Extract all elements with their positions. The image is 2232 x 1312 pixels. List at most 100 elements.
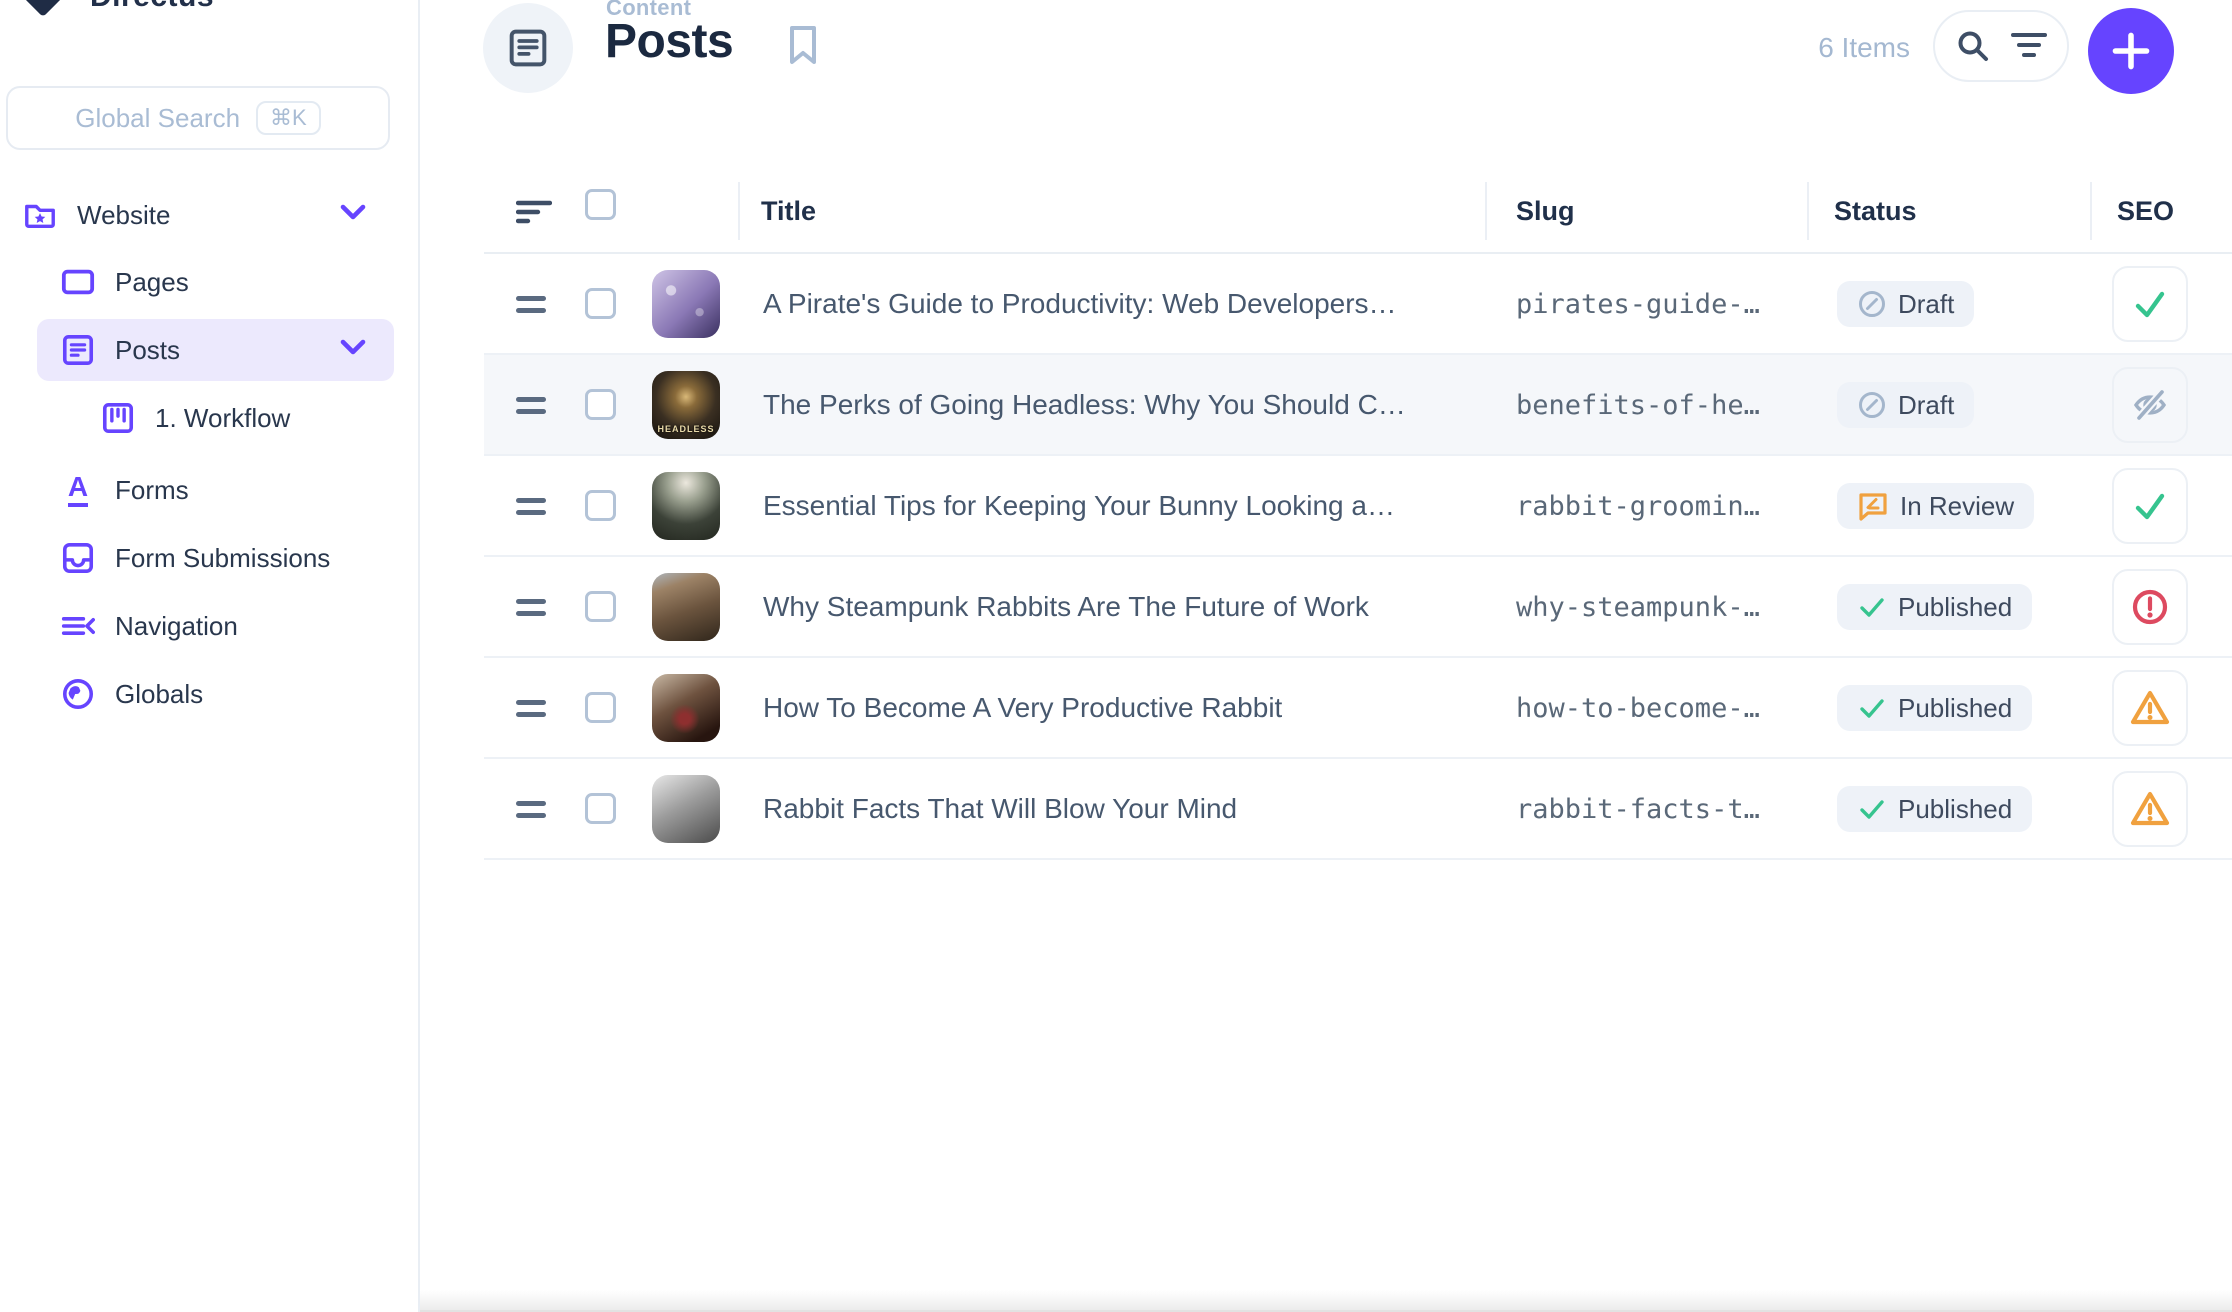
status-badge: Draft <box>1837 281 1974 327</box>
drag-handle-icon[interactable] <box>516 801 546 825</box>
table-row[interactable]: A Pirate's Guide to Productivity: Web De… <box>484 254 2232 355</box>
column-header-seo[interactable]: SEO <box>2117 196 2174 227</box>
column-divider <box>2090 182 2092 240</box>
table-row[interactable]: Essential Tips for Keeping Your Bunny Lo… <box>484 456 2232 557</box>
row-checkbox[interactable] <box>585 591 616 622</box>
post-slug: rabbit-groomin… <box>1516 491 1760 522</box>
sidebar-item-forms[interactable]: A Forms <box>0 466 420 514</box>
row-checkbox[interactable] <box>585 490 616 521</box>
filter-icon[interactable] <box>2011 31 2047 61</box>
globe-icon <box>61 677 95 711</box>
post-title[interactable]: Why Steampunk Rabbits Are The Future of … <box>763 591 1369 623</box>
window-icon <box>61 265 95 299</box>
directus-logo-icon <box>19 0 67 17</box>
draft-icon <box>1857 390 1887 420</box>
table-row[interactable]: Why Steampunk Rabbits Are The Future of … <box>484 557 2232 658</box>
drag-handle-icon[interactable] <box>516 296 546 320</box>
post-title[interactable]: Essential Tips for Keeping Your Bunny Lo… <box>763 490 1395 522</box>
search-icon[interactable] <box>1955 28 1991 64</box>
row-thumbnail <box>652 472 720 540</box>
article-icon <box>507 27 549 69</box>
drag-handle-icon[interactable] <box>516 397 546 421</box>
sidebar-item-pages[interactable]: Pages <box>0 258 420 306</box>
row-checkbox[interactable] <box>585 793 616 824</box>
directus-app: Directus Global Search ⌘K Website Pages <box>0 0 2232 1312</box>
sidebar-item-label: Globals <box>115 679 203 710</box>
row-checkbox[interactable] <box>585 389 616 420</box>
chevron-down-icon[interactable] <box>338 203 368 228</box>
check-icon <box>1857 693 1887 723</box>
thumbnail-caption: HEADLESS <box>657 424 714 434</box>
seo-indicator <box>2112 266 2188 342</box>
items-count: 6 Items <box>1740 32 1910 64</box>
status-label: Draft <box>1898 390 1954 421</box>
post-slug: why-steampunk-… <box>1516 592 1760 623</box>
plus-icon <box>2111 31 2151 71</box>
column-header-slug[interactable]: Slug <box>1516 196 1575 227</box>
page-title: Posts <box>605 14 733 69</box>
sidebar-item-form-submissions[interactable]: Form Submissions <box>0 534 420 582</box>
status-label: Published <box>1898 794 2012 825</box>
error-icon <box>2130 587 2170 627</box>
post-slug: rabbit-facts-t… <box>1516 794 1760 825</box>
status-label: In Review <box>1900 491 2014 522</box>
post-slug: how-to-become-… <box>1516 693 1760 724</box>
sidebar-item-label: Website <box>77 200 170 231</box>
sidebar-item-navigation[interactable]: Navigation <box>0 602 420 650</box>
post-title[interactable]: The Perks of Going Headless: Why You Sho… <box>763 389 1406 421</box>
drag-handle-icon[interactable] <box>516 700 546 724</box>
global-search-input[interactable]: Global Search ⌘K <box>6 86 390 150</box>
sidebar-item-website[interactable]: Website <box>0 191 420 239</box>
table-row[interactable]: Rabbit Facts That Will Blow Your Mind ra… <box>484 759 2232 860</box>
seo-check-icon <box>2131 487 2169 525</box>
drag-handle-icon[interactable] <box>516 599 546 623</box>
search-filter-pill <box>1933 10 2069 82</box>
drag-handle-icon[interactable] <box>516 498 546 522</box>
menu-open-icon <box>61 609 95 643</box>
post-title[interactable]: How To Become A Very Productive Rabbit <box>763 692 1282 724</box>
status-label: Published <box>1898 693 2012 724</box>
warning-icon <box>2129 688 2171 728</box>
seo-indicator <box>2112 367 2188 443</box>
rate-review-icon <box>1857 490 1889 522</box>
sidebar-item-posts[interactable]: Posts <box>0 326 420 374</box>
folder-star-icon <box>23 198 57 232</box>
collection-icon-button[interactable] <box>483 3 573 93</box>
main-content: Content Posts 6 Items Title Slug <box>420 0 2232 1312</box>
table-row[interactable]: HEADLESS The Perks of Going Headless: Wh… <box>484 355 2232 456</box>
post-title[interactable]: A Pirate's Guide to Productivity: Web De… <box>763 288 1397 320</box>
sidebar-item-workflow[interactable]: 1. Workflow <box>0 394 420 442</box>
bookmark-icon[interactable] <box>788 24 818 71</box>
status-label: Draft <box>1898 289 1954 320</box>
row-thumbnail: HEADLESS <box>652 371 720 439</box>
select-all-checkbox[interactable] <box>585 189 616 220</box>
seo-indicator <box>2112 569 2188 645</box>
row-checkbox[interactable] <box>585 288 616 319</box>
sidebar-item-globals[interactable]: Globals <box>0 670 420 718</box>
column-header-status[interactable]: Status <box>1834 196 1917 227</box>
add-item-button[interactable] <box>2088 8 2174 94</box>
post-title[interactable]: Rabbit Facts That Will Blow Your Mind <box>763 793 1237 825</box>
search-shortcut-badge: ⌘K <box>256 101 321 135</box>
column-header-title[interactable]: Title <box>761 196 816 227</box>
horizontal-scrollbar[interactable] <box>420 1290 2232 1312</box>
post-slug: benefits-of-he… <box>1516 390 1760 421</box>
column-divider <box>738 182 740 240</box>
sidebar-item-label: Posts <box>115 335 180 366</box>
seo-indicator <box>2112 771 2188 847</box>
table-body: A Pirate's Guide to Productivity: Web De… <box>484 252 2232 860</box>
seo-check-icon <box>2131 285 2169 323</box>
draft-icon <box>1857 289 1887 319</box>
table-row[interactable]: How To Become A Very Productive Rabbit h… <box>484 658 2232 759</box>
directus-logo-text: Directus <box>90 0 214 14</box>
column-divider <box>1807 182 1809 240</box>
sidebar-item-label: Form Submissions <box>115 543 330 574</box>
sort-icon[interactable] <box>516 199 552 232</box>
check-icon <box>1857 794 1887 824</box>
kanban-icon <box>101 401 135 435</box>
inbox-icon <box>61 541 95 575</box>
chevron-down-icon[interactable] <box>338 338 368 363</box>
row-checkbox[interactable] <box>585 692 616 723</box>
seo-indicator <box>2112 670 2188 746</box>
eye-off-icon <box>2131 386 2169 424</box>
